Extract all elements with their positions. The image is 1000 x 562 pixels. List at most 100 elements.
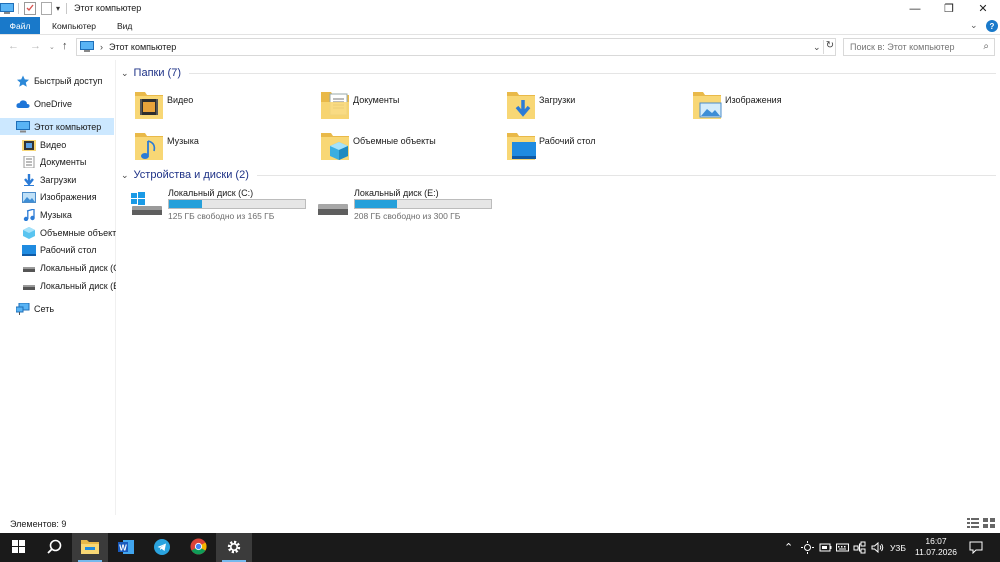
sidebar-item-onedrive[interactable]: OneDrive xyxy=(16,95,116,112)
ribbon-expand-icon[interactable]: ⌄ xyxy=(970,20,978,31)
video-folder-icon xyxy=(22,139,36,151)
drive-c[interactable]: Локальный диск (C:) 125 ГБ свободно из 1… xyxy=(130,188,316,224)
search-box[interactable]: ⌕ xyxy=(843,38,995,56)
drive-free-space: 208 ГБ свободно из 300 ГБ xyxy=(354,211,461,221)
folder-video[interactable]: Видео xyxy=(134,86,314,122)
clock[interactable]: 16:07 11.07.2026 xyxy=(914,536,958,558)
notification-center-icon[interactable] xyxy=(969,533,983,562)
taskbar-word[interactable]: W xyxy=(108,533,144,562)
back-button[interactable]: ← xyxy=(8,40,19,52)
pictures-folder-icon xyxy=(692,88,722,120)
tiles-view-icon[interactable] xyxy=(983,518,995,530)
drive-icon xyxy=(22,262,36,274)
folder-downloads[interactable]: Загрузки xyxy=(506,86,686,122)
content-pane: ⌄ Папки (7) Видео Документы Загрузки Изо… xyxy=(118,60,1000,515)
downloads-folder-icon xyxy=(506,88,536,120)
recent-locations-button[interactable]: ⌄ xyxy=(49,43,55,51)
computer-icon xyxy=(0,2,14,15)
taskbar-chrome[interactable] xyxy=(180,533,216,562)
sidebar-item-label: OneDrive xyxy=(34,98,73,109)
forward-button[interactable]: → xyxy=(30,40,41,52)
sidebar-item-pictures[interactable]: Изображения xyxy=(22,188,116,205)
sidebar-item-label: Видео xyxy=(40,139,67,150)
documents-folder-icon xyxy=(320,88,350,120)
sidebar-item-this-pc[interactable]: Этот компьютер xyxy=(0,118,114,135)
settings-icon xyxy=(226,539,242,557)
help-button[interactable]: ? xyxy=(986,20,998,32)
folder-label: Загрузки xyxy=(539,95,576,105)
sidebar-item-label: Сеть xyxy=(34,303,55,314)
status-bar: Элементов: 9 xyxy=(0,515,1000,533)
sidebar-item-label: Локальный диск (E:) xyxy=(40,280,116,291)
battery-icon[interactable] xyxy=(819,533,832,562)
close-button[interactable]: ✕ xyxy=(966,0,1000,17)
sidebar-item-label: Объемные объекты xyxy=(40,227,116,238)
taskbar-search-button[interactable] xyxy=(36,533,72,562)
drive-free-space: 125 ГБ свободно из 165 ГБ xyxy=(168,211,275,221)
folder-label: Изображения xyxy=(725,95,782,105)
sidebar-item-label: Быстрый доступ xyxy=(34,75,103,86)
music-folder-icon xyxy=(134,129,164,161)
music-folder-icon xyxy=(22,207,36,221)
minimize-button[interactable]: — xyxy=(898,0,932,17)
tab-view[interactable]: Вид xyxy=(107,17,142,34)
maximize-button[interactable]: ❐ xyxy=(932,0,966,17)
taskbar-settings[interactable] xyxy=(216,533,252,562)
keyboard-icon[interactable] xyxy=(836,533,849,562)
sidebar-item-quick-access[interactable]: Быстрый доступ xyxy=(16,72,116,89)
chevron-down-icon[interactable]: ⌄ xyxy=(121,170,129,181)
volume-icon[interactable] xyxy=(871,533,884,562)
sidebar-item-drive-c[interactable]: Локальный диск (C:) xyxy=(22,259,116,276)
tray-overflow-button[interactable]: ⌃ xyxy=(784,533,793,562)
taskbar-telegram[interactable] xyxy=(144,533,180,562)
details-view-icon[interactable] xyxy=(967,518,979,530)
drives-group-header[interactable]: ⌄ Устройства и диски (2) xyxy=(118,167,996,183)
quick-access-dropdown-icon[interactable]: ▾ xyxy=(56,2,60,15)
sidebar-item-music[interactable]: Музыка xyxy=(22,206,116,223)
properties-icon[interactable] xyxy=(24,2,36,15)
network-tray-icon[interactable] xyxy=(853,533,866,562)
clock-time: 16:07 xyxy=(925,536,947,546)
sidebar-item-video[interactable]: Видео xyxy=(22,136,116,153)
clock-date: 11.07.2026 xyxy=(915,547,957,557)
taskbar: W ⌃ УЗБ 16:07 11.07.2026 xyxy=(0,533,1000,562)
tab-computer[interactable]: Компьютер xyxy=(42,17,106,34)
video-folder-icon xyxy=(134,88,164,120)
ribbon-tabs: Файл Компьютер Вид ⌄ ? xyxy=(0,17,1000,35)
drive-e[interactable]: Локальный диск (E:) 208 ГБ свободно из 3… xyxy=(316,188,502,224)
sidebar-item-desktop[interactable]: Рабочий стол xyxy=(22,241,116,258)
folder-pictures[interactable]: Изображения xyxy=(692,86,872,122)
sidebar-item-documents[interactable]: Документы xyxy=(22,153,116,170)
search-icon: ⌕ xyxy=(983,41,989,52)
folder-music[interactable]: Музыка xyxy=(134,127,314,163)
sidebar-item-drive-e[interactable]: Локальный диск (E:) xyxy=(22,277,116,294)
sidebar-item-downloads[interactable]: Загрузки xyxy=(22,171,116,188)
address-bar[interactable]: › Этот компьютер ⌄ ↻ xyxy=(76,38,836,56)
breadcrumb-chevron[interactable]: › xyxy=(100,42,103,52)
chevron-down-icon[interactable]: ⌄ xyxy=(121,68,129,79)
taskbar-file-explorer[interactable] xyxy=(72,533,108,562)
breadcrumb-this-pc[interactable]: Этот компьютер xyxy=(109,42,176,52)
svg-text:W: W xyxy=(119,543,127,552)
tab-file[interactable]: Файл xyxy=(0,17,40,34)
sidebar-item-label: Музыка xyxy=(40,209,72,220)
brightness-icon[interactable] xyxy=(801,533,814,562)
folder-label: Музыка xyxy=(167,136,199,146)
drive-label: Локальный диск (E:) xyxy=(354,188,439,198)
address-dropdown-icon[interactable]: ⌄ xyxy=(813,42,821,53)
folder-desktop[interactable]: Рабочий стол xyxy=(506,127,686,163)
new-folder-icon[interactable] xyxy=(41,2,52,15)
folder-documents[interactable]: Документы xyxy=(320,86,500,122)
language-indicator[interactable]: УЗБ xyxy=(890,533,906,562)
sidebar-item-3d-objects[interactable]: Объемные объекты xyxy=(22,224,116,241)
windows-logo-icon xyxy=(11,540,25,555)
sidebar-item-network[interactable]: Сеть xyxy=(16,300,116,317)
folders-group-header[interactable]: ⌄ Папки (7) xyxy=(118,65,996,81)
refresh-button[interactable]: ↻ xyxy=(823,40,836,54)
search-input[interactable] xyxy=(850,42,978,52)
start-button[interactable] xyxy=(0,533,36,562)
up-button[interactable]: ↑ xyxy=(62,40,68,52)
title-separator xyxy=(18,3,19,14)
folder-3d-objects[interactable]: Объемные объекты xyxy=(320,127,500,163)
folders-group-title: Папки (7) xyxy=(133,67,181,79)
